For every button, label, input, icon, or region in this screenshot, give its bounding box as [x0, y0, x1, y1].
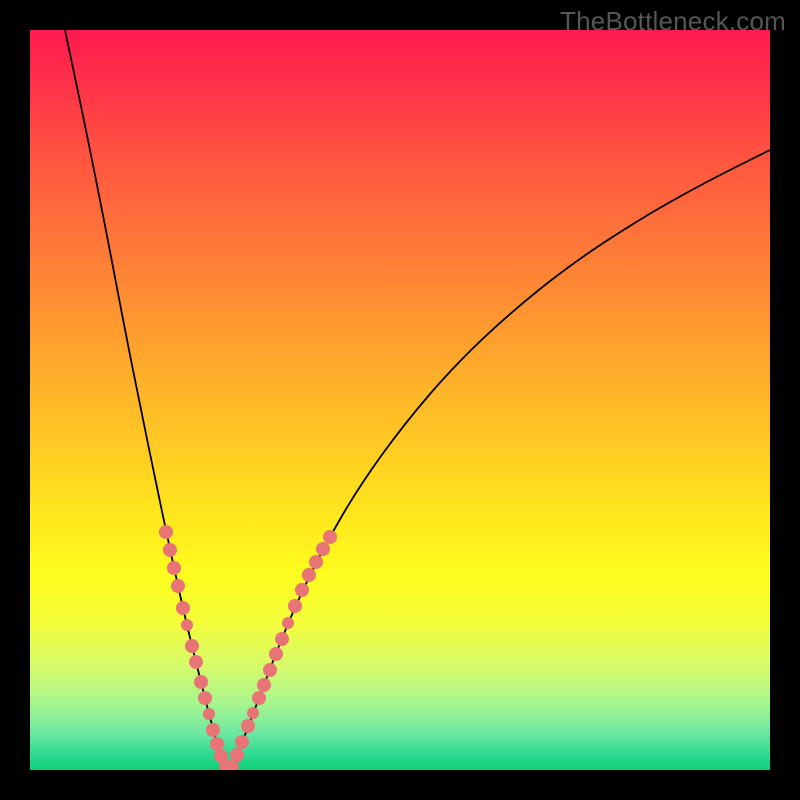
data-marker	[176, 601, 190, 615]
data-marker	[295, 583, 309, 597]
watermark-text: TheBottleneck.com	[560, 6, 786, 37]
data-marker	[198, 691, 212, 705]
data-marker	[241, 719, 255, 733]
data-marker	[302, 568, 316, 582]
data-marker	[309, 555, 323, 569]
data-marker	[167, 561, 181, 575]
marker-group	[159, 525, 337, 770]
data-marker	[163, 543, 177, 557]
data-marker	[323, 530, 337, 544]
data-marker	[194, 675, 208, 689]
right-curve	[230, 150, 770, 770]
data-marker	[269, 647, 283, 661]
data-marker	[171, 579, 185, 593]
data-marker	[189, 655, 203, 669]
data-marker	[247, 707, 259, 719]
data-marker	[203, 708, 215, 720]
data-marker	[185, 639, 199, 653]
data-marker	[230, 748, 244, 762]
data-marker	[288, 599, 302, 613]
left-curve	[65, 30, 228, 770]
data-marker	[257, 678, 271, 692]
data-marker	[282, 617, 294, 629]
chart-svg	[30, 30, 770, 770]
curve-group	[65, 30, 770, 770]
data-marker	[206, 723, 220, 737]
data-marker	[275, 632, 289, 646]
data-marker	[159, 525, 173, 539]
chart-frame: TheBottleneck.com	[0, 0, 800, 800]
plot-area	[30, 30, 770, 770]
data-marker	[263, 663, 277, 677]
data-marker	[316, 542, 330, 556]
data-marker	[252, 691, 266, 705]
data-marker	[235, 735, 249, 749]
data-marker	[181, 619, 193, 631]
data-marker	[210, 737, 224, 751]
